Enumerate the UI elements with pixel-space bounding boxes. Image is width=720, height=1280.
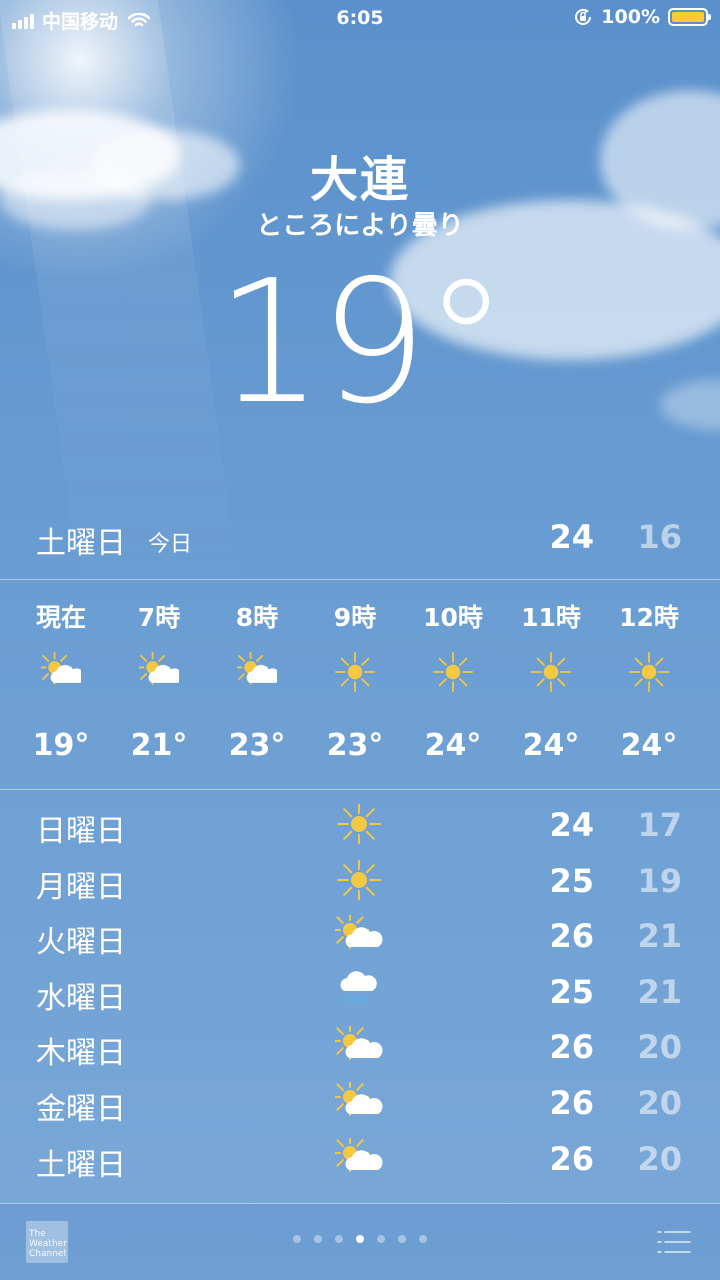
hourly-item: 10時 24°: [404, 580, 502, 788]
divider: [0, 1203, 720, 1204]
hourly-time: 10時: [423, 603, 483, 632]
hourly-item: 9時 23°: [306, 580, 404, 788]
partly-cloudy-icon: [41, 652, 81, 685]
hourly-temperature: 24°: [620, 728, 678, 763]
current-temperature: 19°: [215, 244, 508, 442]
hourly-time: 8時: [235, 603, 279, 632]
daily-day: 月曜日: [36, 869, 126, 905]
page-indicator[interactable]: [0, 1235, 720, 1243]
page-dot[interactable]: [398, 1235, 406, 1243]
sun-icon: [433, 652, 473, 692]
status-bar: 中国移动 6:05 100%: [0, 0, 720, 36]
sun-icon: [337, 859, 381, 900]
hourly-temperature: 24°: [522, 728, 580, 763]
daily-row: 土曜日 26 20: [0, 1130, 720, 1186]
daily-high: 26: [549, 1028, 594, 1067]
daily-row: 金曜日 26 20: [0, 1074, 720, 1130]
sun-icon: [335, 652, 375, 692]
hourly-time: 9時: [333, 603, 377, 632]
partly-cloudy-icon: [237, 652, 277, 685]
page-dot-active[interactable]: [356, 1235, 364, 1243]
daily-high: 25: [549, 972, 594, 1011]
daily-row: 月曜日 25 19: [0, 852, 720, 908]
city-name: 大連: [309, 152, 410, 208]
today-high: 24: [549, 518, 594, 556]
battery-percent: 100%: [601, 6, 660, 28]
hourly-forecast[interactable]: 現在 19° 7時 21° 8時 23° 9時 23° 10時 24° 11時 …: [0, 580, 720, 788]
today-row: 土曜日 今日 24 16: [0, 512, 720, 568]
daily-low: 20: [637, 1084, 682, 1122]
daily-day: 金曜日: [36, 1092, 126, 1127]
daily-day: 火曜日: [36, 925, 126, 961]
partly-cloudy-icon: [139, 652, 179, 685]
hourly-time: 7時: [137, 603, 181, 632]
daily-low: 17: [637, 806, 682, 844]
sun-icon: [337, 804, 381, 844]
daily-row: 日曜日 24 17: [0, 796, 720, 852]
today-low: 16: [637, 518, 682, 556]
partly-cloudy-icon: [335, 915, 383, 950]
city-list-icon[interactable]: [656, 1229, 692, 1255]
daily-high: 24: [549, 806, 594, 844]
rotation-lock-icon: [575, 8, 592, 25]
hourly-time: 12時: [619, 603, 679, 632]
daily-high: 25: [549, 861, 594, 900]
daily-row: 木曜日 26 20: [0, 1018, 720, 1074]
status-right: 100%: [573, 6, 711, 28]
hourly-temperature: 21°: [130, 728, 188, 763]
daily-day: 日曜日: [36, 814, 126, 849]
daily-row: 水曜日 25 21: [0, 963, 720, 1019]
hourly-item: 12時 24°: [600, 580, 698, 788]
daily-high: 26: [549, 1139, 594, 1178]
today-label: 今日: [148, 532, 193, 557]
partly-cloudy-icon: [335, 1026, 383, 1061]
hourly-time: 現在: [35, 603, 86, 632]
battery-icon: [668, 8, 711, 26]
daily-day: 土曜日: [36, 1147, 126, 1183]
daily-low: 21: [637, 917, 682, 956]
page-dot[interactable]: [335, 1235, 343, 1243]
page-dot[interactable]: [377, 1235, 385, 1243]
page-dot[interactable]: [293, 1235, 301, 1243]
sun-icon: [629, 652, 669, 692]
daily-low: 20: [637, 1028, 682, 1067]
today-day: 土曜日: [36, 526, 126, 561]
weather-channel-logo-text: The Weather Channel: [29, 1229, 67, 1259]
hourly-item: 11時 24°: [502, 580, 600, 788]
hourly-temperature: 19°: [32, 728, 90, 763]
rain-icon: [340, 971, 377, 1003]
daily-low: 19: [637, 861, 682, 900]
sun-icon: [531, 652, 571, 692]
hourly-temperature: 24°: [424, 728, 482, 763]
hourly-item: 7時 21°: [110, 580, 208, 788]
divider: [0, 789, 720, 790]
page-dot[interactable]: [419, 1235, 427, 1243]
bottom-bar: The Weather Channel: [0, 1203, 720, 1280]
hourly-item: 現在 19°: [12, 580, 110, 788]
daily-high: 26: [549, 917, 594, 956]
daily-low: 20: [637, 1139, 682, 1178]
daily-high: 26: [549, 1084, 594, 1122]
daily-day: 水曜日: [36, 980, 126, 1016]
daily-row: 火曜日 26 21: [0, 907, 720, 963]
partly-cloudy-icon: [335, 1137, 383, 1172]
hourly-temperature: 23°: [228, 728, 286, 763]
hourly-item: 8時 23°: [208, 580, 306, 788]
daily-low: 21: [637, 972, 682, 1011]
current-condition: ところにより曇り: [256, 211, 464, 241]
hourly-time: 11時: [521, 603, 581, 632]
page-dot[interactable]: [314, 1235, 322, 1243]
daily-forecast[interactable]: 日曜日 24 17 月曜日 25 19 火曜日 26 21 水曜日 25 21 …: [0, 796, 720, 1202]
partly-cloudy-icon: [335, 1082, 383, 1116]
daily-day: 木曜日: [36, 1036, 126, 1072]
hourly-temperature: 23°: [326, 728, 384, 763]
